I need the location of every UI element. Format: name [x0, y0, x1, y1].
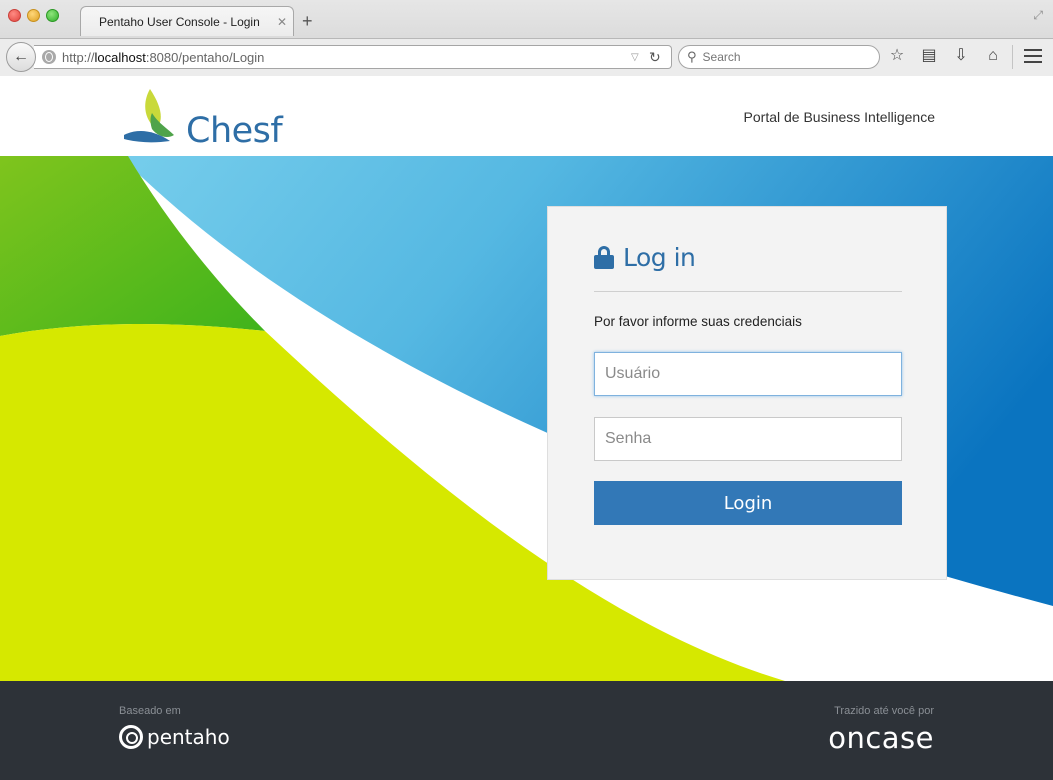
pentaho-logo-text: pentaho: [147, 725, 230, 749]
oncase-logo[interactable]: oncase: [828, 721, 934, 755]
search-icon: ⚲: [687, 49, 697, 64]
username-input[interactable]: [594, 352, 902, 396]
url-host: localhost: [94, 49, 146, 65]
url-text[interactable]: http://localhost:8080/pentaho/Login: [62, 50, 631, 65]
fullscreen-icon[interactable]: ⤢: [1033, 8, 1043, 23]
page-footer: Baseado em pentaho Trazido até você por …: [0, 681, 1053, 780]
login-card: Log in Por favor informe suas credenciai…: [547, 206, 947, 580]
logo-text: Chesf: [186, 111, 283, 151]
login-subtitle: Por favor informe suas credenciais: [594, 314, 802, 329]
close-window-button[interactable]: [8, 9, 21, 22]
search-input[interactable]: [702, 50, 863, 64]
navigation-bar: http://localhost:8080/pentaho/Login ▽ ↻ …: [0, 38, 1053, 76]
star-icon[interactable]: ☆: [888, 47, 906, 65]
download-icon[interactable]: ⇩: [952, 47, 970, 65]
login-title: Log in: [623, 243, 696, 272]
new-tab-button[interactable]: +: [302, 12, 313, 30]
portal-title: Portal de Business Intelligence: [743, 109, 935, 125]
back-button[interactable]: ←: [6, 42, 36, 72]
login-button[interactable]: Login: [594, 481, 902, 525]
based-on-label: Baseado em: [119, 705, 181, 717]
tab-close-icon[interactable]: ✕: [271, 15, 293, 29]
browser-chrome: Pentaho User Console - Login ✕ + ⤢ http:…: [0, 0, 1053, 76]
url-prefix: http://: [62, 49, 95, 65]
search-bar[interactable]: ⚲: [678, 45, 880, 69]
url-dropdown-icon[interactable]: ▽: [631, 52, 649, 63]
login-heading: Log in: [594, 243, 696, 272]
tab-title: Pentaho User Console - Login: [99, 14, 260, 29]
toolbar-icons: ☆ ▤ ⇩ ⌂: [888, 47, 1002, 65]
address-bar[interactable]: http://localhost:8080/pentaho/Login ▽ ↻: [34, 45, 672, 69]
hamburger-menu-icon[interactable]: [1024, 49, 1042, 67]
chesf-leaf-icon: [124, 89, 174, 143]
password-input[interactable]: [594, 417, 902, 461]
pentaho-swirl-icon: [119, 725, 143, 749]
url-path: :8080/pentaho/Login: [145, 49, 265, 65]
back-arrow-icon: ←: [13, 48, 29, 65]
chesf-logo[interactable]: Chesf: [122, 83, 283, 151]
maximize-window-button[interactable]: [46, 9, 59, 22]
clipboard-icon[interactable]: ▤: [920, 47, 938, 65]
globe-icon: [42, 50, 56, 64]
pentaho-logo[interactable]: pentaho: [119, 725, 230, 749]
home-icon[interactable]: ⌂: [984, 47, 1002, 65]
lock-icon: [594, 245, 614, 270]
toolbar-separator: [1012, 45, 1013, 69]
brought-by-label: Trazido até você por: [834, 705, 934, 717]
minimize-window-button[interactable]: [27, 9, 40, 22]
page-header: Chesf Portal de Business Intelligence: [0, 77, 1053, 156]
divider: [594, 291, 902, 292]
window-controls: [8, 9, 59, 22]
reload-icon[interactable]: ↻: [649, 49, 671, 66]
browser-tab[interactable]: Pentaho User Console - Login ✕: [80, 6, 294, 36]
